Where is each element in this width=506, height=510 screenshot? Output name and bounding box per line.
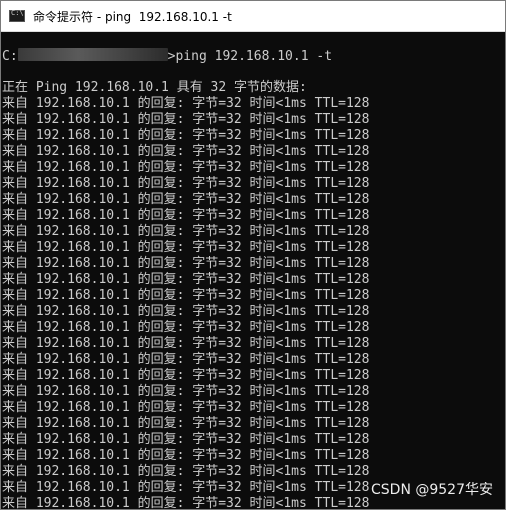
command-line: C: >ping 192.168.10.1 -t <box>2 48 505 64</box>
reply-line: 来自 192.168.10.1 的回复: 字节=32 时间<1ms TTL=12… <box>2 112 370 127</box>
reply-line: 来自 192.168.10.1 的回复: 字节=32 时间<1ms TTL=12… <box>2 256 370 271</box>
reply-line: 来自 192.168.10.1 的回复: 字节=32 时间<1ms TTL=12… <box>2 336 370 351</box>
watermark: CSDN @9527华安 <box>371 482 493 498</box>
redacted-path <box>17 48 168 61</box>
command-prompt-window: 命令提示符 - ping 192.168.10.1 -t C: >ping 192… <box>0 0 506 510</box>
ping-header-line: 正在 Ping 192.168.10.1 具有 32 字节的数据: <box>2 80 307 95</box>
prompt-drive: C: <box>2 49 18 64</box>
reply-line: 来自 192.168.10.1 的回复: 字节=32 时间<1ms TTL=12… <box>2 368 370 383</box>
reply-line: 来自 192.168.10.1 的回复: 字节=32 时间<1ms TTL=12… <box>2 192 370 207</box>
reply-line: 来自 192.168.10.1 的回复: 字节=32 时间<1ms TTL=12… <box>2 176 370 191</box>
reply-line: 来自 192.168.10.1 的回复: 字节=32 时间<1ms TTL=12… <box>2 160 370 175</box>
reply-line: 来自 192.168.10.1 的回复: 字节=32 时间<1ms TTL=12… <box>2 416 370 431</box>
reply-line: 来自 192.168.10.1 的回复: 字节=32 时间<1ms TTL=12… <box>2 272 370 287</box>
reply-line: 来自 192.168.10.1 的回复: 字节=32 时间<1ms TTL=12… <box>2 224 370 239</box>
command-prompt-icon <box>9 9 25 22</box>
reply-line: 来自 192.168.10.1 的回复: 字节=32 时间<1ms TTL=12… <box>2 240 370 255</box>
prompt-command: >ping 192.168.10.1 -t <box>167 49 333 64</box>
reply-line: 来自 192.168.10.1 的回复: 字节=32 时间<1ms TTL=12… <box>2 128 370 143</box>
console-output[interactable]: C: >ping 192.168.10.1 -t 正在 Ping 192.168.… <box>1 32 505 509</box>
reply-line: 来自 192.168.10.1 的回复: 字节=32 时间<1ms TTL=12… <box>2 400 370 415</box>
reply-line: 来自 192.168.10.1 的回复: 字节=32 时间<1ms TTL=12… <box>2 384 370 399</box>
reply-line: 来自 192.168.10.1 的回复: 字节=32 时间<1ms TTL=12… <box>2 96 370 111</box>
reply-line: 来自 192.168.10.1 的回复: 字节=32 时间<1ms TTL=12… <box>2 448 370 463</box>
reply-line: 来自 192.168.10.1 的回复: 字节=32 时间<1ms TTL=12… <box>2 432 370 447</box>
window-title: 命令提示符 - ping 192.168.10.1 -t <box>33 9 232 24</box>
reply-line: 来自 192.168.10.1 的回复: 字节=32 时间<1ms TTL=12… <box>2 144 370 159</box>
reply-line: 来自 192.168.10.1 的回复: 字节=32 时间<1ms TTL=12… <box>2 464 370 479</box>
title-bar[interactable]: 命令提示符 - ping 192.168.10.1 -t <box>1 1 505 32</box>
reply-line: 来自 192.168.10.1 的回复: 字节=32 时间<1ms TTL=12… <box>2 352 370 367</box>
reply-list: 来自 192.168.10.1 的回复: 字节=32 时间<1ms TTL=12… <box>2 96 505 509</box>
reply-line: 来自 192.168.10.1 的回复: 字节=32 时间<1ms TTL=12… <box>2 208 370 223</box>
reply-line: 来自 192.168.10.1 的回复: 字节=32 时间<1ms TTL=12… <box>2 288 370 303</box>
reply-line: 来自 192.168.10.1 的回复: 字节=32 时间<1ms TTL=12… <box>2 320 370 335</box>
reply-line: 来自 192.168.10.1 的回复: 字节=32 时间<1ms TTL=12… <box>2 304 370 319</box>
